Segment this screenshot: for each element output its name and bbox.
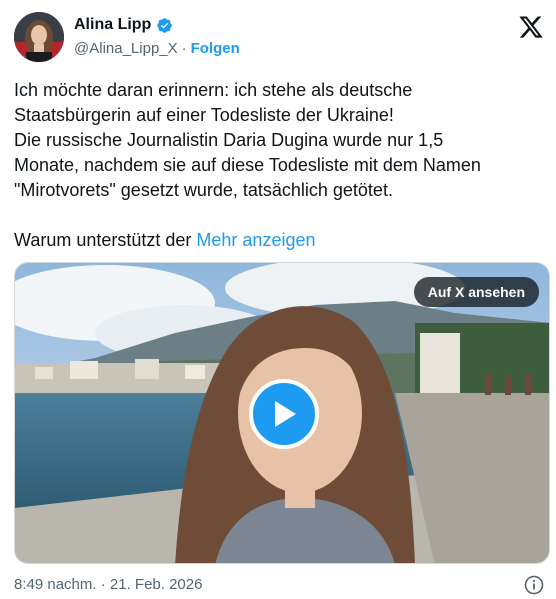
- profile-photo-icon: [14, 12, 64, 62]
- tweet-footer: 8:49 nachm. · 21. Feb. 2026: [14, 575, 544, 596]
- tweet-truncated-text: Warum unterstützt der: [14, 230, 192, 250]
- play-button[interactable]: [249, 379, 319, 449]
- tweet-card: Alina Lipp @Alina_Lipp_X · Folgen Ich mö…: [0, 0, 556, 599]
- tweet-line: "Mirotvorets" gesetzt wurde, tatsächlich…: [14, 180, 393, 200]
- tweet-truncated-line: Warum unterstützt der Mehr anzeigen: [14, 228, 544, 253]
- play-icon: [275, 401, 296, 427]
- user-handle[interactable]: @Alina_Lipp_X: [74, 40, 178, 57]
- tweet-line: Die russische Journalistin Daria Dugina …: [14, 130, 444, 150]
- timestamp-link[interactable]: 8:49 nachm. · 21. Feb. 2026: [14, 576, 202, 593]
- display-name[interactable]: Alina Lipp: [74, 16, 151, 34]
- tweet-text: Ich möchte daran erinnern: ich stehe als…: [14, 78, 544, 253]
- follow-button[interactable]: Folgen: [191, 40, 240, 57]
- handle-row: @Alina_Lipp_X · Folgen: [74, 40, 240, 57]
- handle-separator: ·: [181, 40, 187, 57]
- verified-badge-icon: [156, 17, 173, 34]
- tweet-line: Staatsbürgerin auf einer Todesliste der …: [14, 105, 394, 125]
- tweet-header: Alina Lipp @Alina_Lipp_X · Folgen: [14, 12, 544, 64]
- info-icon[interactable]: [524, 575, 544, 595]
- show-more-link[interactable]: Mehr anzeigen: [196, 230, 315, 250]
- tweet-line: Monate, nachdem sie auf diese Todesliste…: [14, 155, 481, 175]
- x-logo-icon[interactable]: [518, 14, 544, 40]
- name-row: Alina Lipp: [74, 16, 173, 34]
- avatar[interactable]: [14, 12, 64, 62]
- video-player[interactable]: Auf X ansehen: [14, 262, 550, 564]
- watch-on-x-button[interactable]: Auf X ansehen: [413, 277, 539, 307]
- tweet-line: Ich möchte daran erinnern: ich stehe als…: [14, 80, 413, 100]
